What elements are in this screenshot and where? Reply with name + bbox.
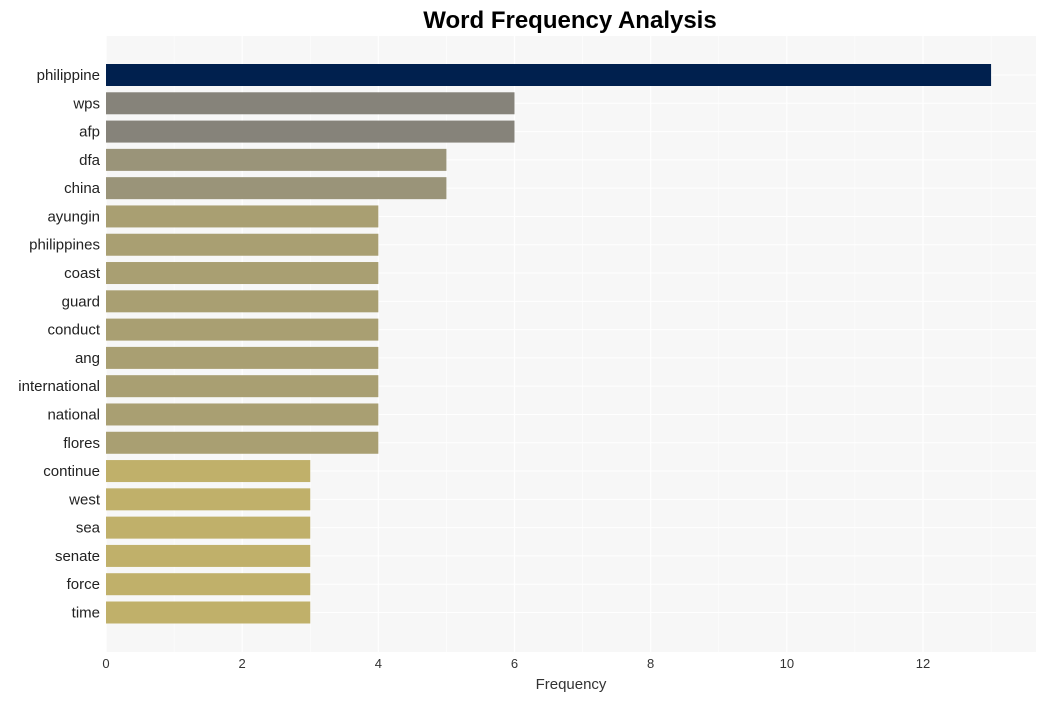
- y-tick-label: guard: [62, 293, 100, 310]
- chart-title: Word Frequency Analysis: [423, 7, 716, 34]
- bar-china: [106, 177, 447, 200]
- y-tick-label: afp: [79, 124, 100, 141]
- x-tick-label: 2: [239, 656, 246, 671]
- bar-force: [106, 573, 311, 596]
- bar-national: [106, 403, 379, 426]
- y-tick-label: international: [18, 378, 100, 395]
- y-tick-label: dfa: [79, 152, 101, 169]
- y-tick-label: coast: [64, 265, 101, 282]
- x-tick-label: 12: [916, 656, 930, 671]
- bar-philippine: [106, 64, 992, 86]
- x-tick-label: 6: [511, 656, 518, 671]
- y-tick-label: ang: [75, 350, 100, 367]
- y-tick-label: force: [67, 576, 100, 593]
- bar-coast: [106, 262, 379, 285]
- bar-conduct: [106, 318, 379, 341]
- y-tick-label: wps: [72, 95, 100, 112]
- x-tick-label: 0: [102, 656, 109, 671]
- bar-flores: [106, 431, 379, 454]
- y-tick-label: philippines: [29, 237, 100, 254]
- y-tick-label: time: [72, 605, 100, 622]
- y-tick-label: sea: [76, 520, 101, 537]
- y-tick-label: ayungin: [47, 208, 100, 225]
- y-tick-label: senate: [55, 548, 100, 565]
- bar-dfa: [106, 148, 447, 171]
- bar-afp: [106, 120, 515, 143]
- y-tick-label: conduct: [47, 322, 100, 339]
- x-tick-label: 8: [647, 656, 654, 671]
- bar-sea: [106, 516, 311, 539]
- bar-senate: [106, 544, 311, 567]
- y-tick-label: flores: [63, 435, 100, 452]
- bar-ayungin: [106, 205, 379, 228]
- y-tick-label: china: [64, 180, 101, 197]
- y-tick-label: continue: [43, 463, 100, 480]
- y-tick-label: west: [68, 491, 101, 508]
- y-tick-labels: philippine wps afp dfa china ayungin philippin…: [18, 67, 101, 622]
- bar-philippines: [106, 233, 379, 256]
- x-tick-label: 4: [375, 656, 382, 671]
- bar-ang: [106, 346, 379, 369]
- y-tick-label: national: [47, 406, 100, 423]
- bar-time: [106, 601, 311, 624]
- x-tick-label: 10: [780, 656, 794, 671]
- bar-wps: [106, 92, 515, 115]
- y-tick-label: philippine: [37, 67, 100, 84]
- x-axis-label: Frequency: [536, 676, 607, 693]
- bar-international: [106, 375, 379, 398]
- bar-guard: [106, 290, 379, 313]
- x-tick-labels: 0 2 4 6 8 10 12: [102, 656, 930, 671]
- word-frequency-chart: philippine wps afp dfa china ayungin philippin…: [18, 7, 1036, 693]
- bar-west: [106, 488, 311, 511]
- bar-continue: [106, 460, 311, 483]
